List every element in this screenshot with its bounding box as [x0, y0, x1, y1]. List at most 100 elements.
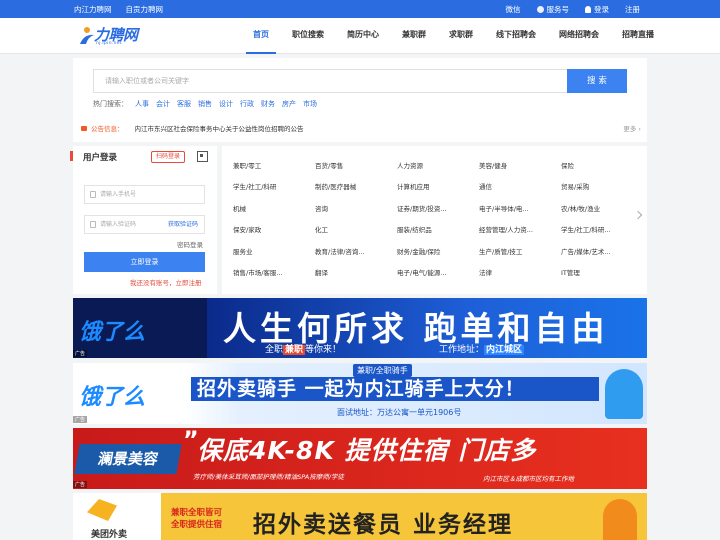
- nav-home[interactable]: 首页: [246, 18, 276, 54]
- category-link[interactable]: 化工: [315, 224, 328, 234]
- user-icon: [585, 6, 591, 13]
- courier-illustration-icon: [603, 499, 637, 540]
- banner-headline: 招外卖骑手 一起为内江骑手上大分！: [191, 377, 599, 401]
- wechat-icon: [536, 6, 544, 13]
- category-link[interactable]: IT管理: [561, 267, 580, 277]
- category-link[interactable]: 计算机应用: [397, 181, 430, 191]
- category-link[interactable]: 电子/电气/能源...: [397, 267, 447, 277]
- banner-brand: 饿了么: [79, 385, 146, 410]
- search-panel: 请输入职位或者公司关键字 搜 索 热门搜索： 人事 会计 客服 销售 设计 行政…: [73, 58, 647, 142]
- category-link[interactable]: 服务业: [233, 246, 253, 256]
- rider-illustration-icon: [605, 369, 643, 419]
- search-button[interactable]: 搜 索: [567, 69, 627, 93]
- category-link[interactable]: 教育/法律/咨询...: [315, 246, 365, 256]
- banner-headline: 保底4K-8K 提供住宿 门店多: [197, 436, 537, 465]
- banner-brand: 美团外卖: [91, 530, 128, 540]
- category-link[interactable]: 学生/社工/科研...: [561, 224, 611, 234]
- banner-tag: 兼职/全职骑手: [353, 364, 412, 377]
- nav-offline-fair[interactable]: 线下招聘会: [489, 18, 543, 54]
- category-link[interactable]: 兼职/零工: [233, 160, 261, 170]
- category-link[interactable]: 生产/质管/技工: [479, 246, 522, 256]
- hot-item[interactable]: 销售: [198, 99, 212, 109]
- category-link[interactable]: 机械: [233, 203, 246, 213]
- category-link[interactable]: 法律: [479, 267, 492, 277]
- site-link-neijiang[interactable]: 内江力聘网: [74, 4, 112, 15]
- top-links: 微信 服务号 登录 注册: [506, 4, 641, 15]
- ad-label: 广告: [73, 350, 88, 357]
- category-link[interactable]: 保险: [561, 160, 574, 170]
- notice-text[interactable]: 内江市东兴区社会保险事务中心关于公益性岗位招聘的公告: [135, 123, 304, 133]
- job-category-grid: 兼职/零工 百货/零售 人力资源 美容/健身 保险学生/社工/科研 制药/医疗器械 计算机应…: [222, 146, 647, 294]
- hot-item[interactable]: 设计: [219, 99, 233, 109]
- category-link[interactable]: 通信: [479, 181, 492, 191]
- site-logo[interactable]: 力聘网 nj.lpin.net: [78, 24, 148, 48]
- password-login-link[interactable]: 密码登录: [177, 239, 203, 249]
- category-link[interactable]: 农/林/牧/渔业: [561, 203, 600, 213]
- nav-live-recruit[interactable]: 招聘直播: [615, 18, 661, 54]
- category-link[interactable]: 人力资源: [397, 160, 423, 170]
- register-link-bottom[interactable]: 我还没有账号，立即注册: [130, 277, 202, 287]
- search-input[interactable]: 请输入职位或者公司关键字: [93, 69, 569, 93]
- speaker-icon: [81, 125, 87, 131]
- qr-code-icon[interactable]: [197, 151, 208, 162]
- service-account-link[interactable]: 服务号: [536, 4, 569, 15]
- top-bar: 内江力聘网 自贡力聘网 微信 服务号 登录 注册: [0, 0, 720, 18]
- category-link[interactable]: 服装/纺织品: [397, 224, 432, 234]
- notice-label: 公告信息：: [91, 125, 124, 133]
- hot-item[interactable]: 行政: [240, 99, 254, 109]
- category-link[interactable]: 翻译: [315, 267, 328, 277]
- category-link[interactable]: 美容/健身: [479, 160, 507, 170]
- login-link[interactable]: 登录: [585, 4, 609, 15]
- hot-label: 热门搜索：: [93, 100, 128, 108]
- banner-brand: 澜景美容: [74, 444, 182, 474]
- get-code-button[interactable]: 获取验证码: [168, 216, 198, 233]
- category-link[interactable]: 制药/医疗器械: [315, 181, 356, 191]
- category-link[interactable]: 广告/媒体/艺术...: [561, 246, 611, 256]
- nav-jobseeker-group[interactable]: 求职群: [442, 18, 480, 54]
- title-accent: [70, 151, 73, 161]
- category-link[interactable]: 财务/金融/保险: [397, 246, 440, 256]
- wechat-link[interactable]: 微信: [506, 4, 521, 15]
- category-link[interactable]: 证券/期货/投资...: [397, 203, 447, 213]
- nav-parttime-group[interactable]: 兼职群: [395, 18, 433, 54]
- site-switcher: 内江力聘网 自贡力聘网: [74, 4, 163, 15]
- category-link[interactable]: 经营管理/人力资...: [479, 224, 533, 234]
- banner-brand: 饿了么: [79, 320, 146, 345]
- main-header: 力聘网 nj.lpin.net 首页 职位搜索 简历中心 兼职群 求职群 线下招…: [0, 18, 720, 54]
- login-submit-button[interactable]: 立即登录: [84, 252, 205, 272]
- banner-eleme-2[interactable]: 饿了么 兼职/全职骑手 招外卖骑手 一起为内江骑手上大分！ 面试地址：万达公寓一…: [73, 363, 647, 424]
- phone-icon: [90, 191, 96, 198]
- main-nav: 首页 职位搜索 简历中心 兼职群 求职群 线下招聘会 网络招聘会 招聘直播: [246, 18, 670, 54]
- category-link[interactable]: 百货/零售: [315, 160, 343, 170]
- banner-headline: 招外卖送餐员 业务经理: [253, 512, 514, 538]
- scan-login-tab[interactable]: 扫码登录: [151, 151, 185, 163]
- hot-item[interactable]: 客服: [177, 99, 191, 109]
- nav-online-fair[interactable]: 网络招聘会: [552, 18, 606, 54]
- nav-resume-center[interactable]: 简历中心: [340, 18, 386, 54]
- hot-item[interactable]: 房产: [282, 99, 296, 109]
- code-input[interactable]: 请输入验证码 获取验证码: [84, 215, 205, 234]
- hot-item[interactable]: 人事: [135, 99, 149, 109]
- banner-eleme-1[interactable]: 饿了么 人生何所求 跑单和自由 全职 兼职 等你来！ 工作地址： 内江城区 广告: [73, 298, 647, 358]
- chevron-right-icon[interactable]: [633, 210, 643, 220]
- kangaroo-logo-icon: [87, 499, 117, 521]
- shield-icon: [90, 221, 96, 228]
- site-link-zigong[interactable]: 自贡力聘网: [126, 4, 164, 15]
- category-link[interactable]: 电子/半导体/电...: [479, 203, 529, 213]
- category-link[interactable]: 销售/市场/客服...: [233, 267, 283, 277]
- ad-label: 广告: [73, 416, 88, 423]
- register-link[interactable]: 注册: [625, 4, 640, 15]
- category-link[interactable]: 咨询: [315, 203, 328, 213]
- category-link[interactable]: 保安/家政: [233, 224, 261, 234]
- hot-item[interactable]: 市场: [303, 99, 317, 109]
- notice-more-link[interactable]: 更多 ›: [623, 123, 641, 133]
- notice-bar: 公告信息： 内江市东兴区社会保险事务中心关于公益性岗位招聘的公告 更多 ›: [81, 123, 641, 133]
- banner-meituan[interactable]: 美团外卖 兼职全职皆可 全职提供住宿 招外卖送餐员 业务经理: [73, 493, 647, 540]
- hot-item[interactable]: 财务: [261, 99, 275, 109]
- category-link[interactable]: 学生/社工/科研: [233, 181, 276, 191]
- hot-item[interactable]: 会计: [156, 99, 170, 109]
- category-link[interactable]: 贸易/采购: [561, 181, 589, 191]
- nav-job-search[interactable]: 职位搜索: [285, 18, 331, 54]
- banner-lanjing-beauty[interactable]: 澜景美容 ” 保底4K-8K 提供住宿 门店多 芳疗师/美体采耳师/面部护理师/…: [73, 428, 647, 489]
- phone-input[interactable]: 请输入手机号: [84, 185, 205, 204]
